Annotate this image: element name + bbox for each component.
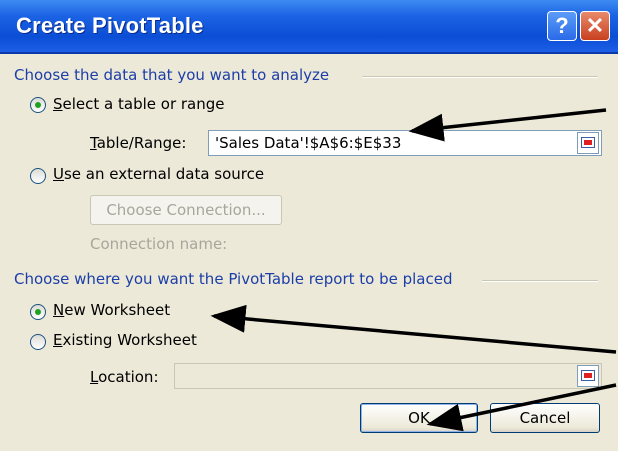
range-collapse-icon[interactable] xyxy=(577,132,599,154)
select-range-label[interactable]: Select a table or range xyxy=(53,95,225,113)
new-worksheet-radio[interactable] xyxy=(30,304,46,320)
new-worksheet-label[interactable]: New Worksheet xyxy=(53,301,170,319)
title-bar[interactable]: Create PivotTable ? ✕ xyxy=(0,0,618,54)
existing-worksheet-radio[interactable] xyxy=(30,334,46,350)
placement-section-title: Choose where you want the PivotTable rep… xyxy=(14,270,453,288)
data-section-title: Choose the data that you want to analyze xyxy=(14,66,330,84)
dialog-title: Create PivotTable xyxy=(16,13,204,38)
location-collapse-icon[interactable] xyxy=(577,365,599,387)
cancel-button[interactable]: Cancel xyxy=(490,403,600,433)
location-label: Location: xyxy=(90,368,159,386)
select-range-radio[interactable] xyxy=(30,97,46,113)
create-pivottable-dialog: Create PivotTable ? ✕ Choose the data th… xyxy=(0,0,618,451)
close-button[interactable]: ✕ xyxy=(580,11,610,41)
location-input[interactable] xyxy=(174,363,602,389)
help-button[interactable]: ? xyxy=(547,11,577,41)
section-divider xyxy=(362,76,598,78)
choose-connection-button[interactable]: Choose Connection... xyxy=(90,195,282,225)
table-range-label: Table/Range: xyxy=(90,134,187,152)
dialog-body: Choose the data that you want to analyze… xyxy=(4,54,608,446)
existing-worksheet-label[interactable]: Existing Worksheet xyxy=(53,331,197,349)
ok-button[interactable]: OK xyxy=(360,403,478,433)
external-source-label[interactable]: Use an external data source xyxy=(53,165,264,183)
table-range-input[interactable]: 'Sales Data'!$A$6:$E$33 xyxy=(208,130,602,156)
connection-name-label: Connection name: xyxy=(90,235,228,253)
external-source-radio[interactable] xyxy=(30,168,46,184)
section-divider xyxy=(482,280,598,282)
